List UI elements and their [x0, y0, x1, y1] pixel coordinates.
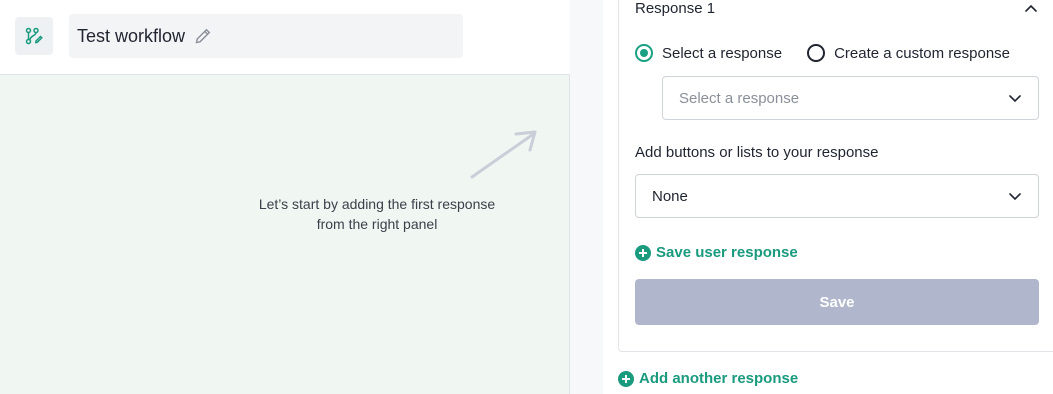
buttons-lists-value: None: [652, 187, 688, 205]
hint-line-1: Let’s start by adding the first response: [258, 196, 496, 212]
chevron-down-icon: [1009, 193, 1021, 201]
workflow-header: Test workflow: [0, 0, 570, 75]
add-another-response-button[interactable]: Add another response: [618, 370, 798, 387]
workflow-icon[interactable]: [15, 17, 53, 55]
select-response-placeholder: Select a response: [679, 89, 800, 107]
radio-button-checked[interactable]: [635, 44, 653, 62]
buttons-lists-dropdown[interactable]: None: [635, 174, 1039, 218]
radio-select-response[interactable]: Select a response: [635, 44, 782, 62]
pencil-icon[interactable]: [194, 27, 212, 45]
workflow-canvas[interactable]: [0, 75, 570, 394]
buttons-lists-label: Add buttons or lists to your response: [635, 144, 879, 161]
workflow-title: Test workflow: [77, 25, 186, 46]
empty-canvas-hint: Let’s start by adding the first response…: [240, 194, 514, 234]
workflow-title-field[interactable]: Test workflow: [69, 14, 463, 58]
plus-circle-icon: [635, 244, 651, 261]
chevron-up-icon[interactable]: [1024, 2, 1038, 14]
panel-gutter: [570, 0, 603, 394]
chevron-down-icon: [1009, 95, 1021, 103]
save-user-response-label: Save user response: [656, 244, 798, 261]
save-button[interactable]: Save: [635, 279, 1039, 325]
radio-label-custom: Create a custom response: [834, 44, 1010, 62]
arrow-up-right-icon: [470, 130, 537, 179]
response-type-radio-group: Select a response Create a custom respon…: [635, 44, 1010, 62]
workflow-editor: Test workflow Let’s start by adding the …: [0, 0, 570, 394]
add-another-response-label: Add another response: [639, 370, 799, 387]
save-user-response-button[interactable]: Save user response: [635, 244, 798, 261]
plus-circle-icon: [618, 370, 634, 387]
radio-button[interactable]: [807, 44, 826, 62]
hint-line-2: from the right panel: [316, 216, 438, 232]
radio-label-select: Select a response: [662, 44, 783, 62]
response-title: Response 1: [635, 0, 716, 17]
select-response-dropdown[interactable]: Select a response: [662, 76, 1039, 120]
radio-custom-response[interactable]: Create a custom response: [807, 44, 1010, 62]
